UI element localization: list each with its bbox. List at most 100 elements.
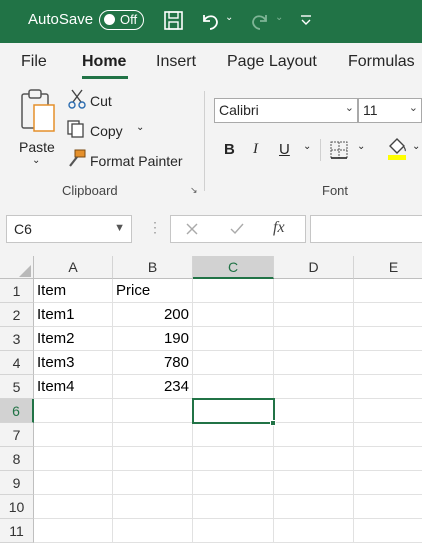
formula-input[interactable] xyxy=(310,215,422,243)
grid-cell-d7[interactable] xyxy=(274,423,354,447)
grid-cell-c8[interactable] xyxy=(193,447,274,471)
grid-cell-e9[interactable] xyxy=(354,471,422,495)
font-size-combo[interactable]: 11 ⌄ xyxy=(358,98,422,123)
chevron-down-icon[interactable]: ▼ xyxy=(114,222,125,234)
grid-cell-d6[interactable] xyxy=(274,399,354,423)
autosave-toggle[interactable]: Off xyxy=(99,10,144,30)
row-header-9[interactable]: 9 xyxy=(0,471,34,495)
row-header-5[interactable]: 5 xyxy=(0,375,34,399)
cut-label[interactable]: Cut xyxy=(90,93,112,109)
customize-toolbar-icon[interactable] xyxy=(299,13,313,27)
copy-label[interactable]: Copy xyxy=(90,123,123,139)
redo-icon[interactable] xyxy=(249,9,271,33)
fill-handle[interactable] xyxy=(270,420,276,426)
cell-a1[interactable]: Item xyxy=(34,279,113,303)
borders-icon[interactable] xyxy=(330,141,348,159)
grid-cell-c11[interactable] xyxy=(193,519,274,543)
grid-cell-e7[interactable] xyxy=(354,423,422,447)
grid-cell-d9[interactable] xyxy=(274,471,354,495)
row-header-2[interactable]: 2 xyxy=(0,303,34,327)
grid-cell-e2[interactable] xyxy=(354,303,422,327)
paste-button[interactable]: Paste ⌄ xyxy=(14,87,62,177)
grid-cell-c6[interactable] xyxy=(193,399,274,423)
grid-cell-e6[interactable] xyxy=(354,399,422,423)
grid-cell-e8[interactable] xyxy=(354,447,422,471)
grid-cell-c1[interactable] xyxy=(193,279,274,303)
row-header-1[interactable]: 1 xyxy=(0,279,34,303)
borders-dropdown-icon[interactable]: ⌄ xyxy=(357,141,365,152)
format-painter-icon[interactable] xyxy=(66,149,86,169)
save-icon[interactable] xyxy=(163,9,185,33)
row-header-4[interactable]: 4 xyxy=(0,351,34,375)
chevron-down-icon[interactable]: ⌄ xyxy=(409,101,418,114)
grid-cell-e10[interactable] xyxy=(354,495,422,519)
cell-b5[interactable]: 234 xyxy=(113,375,193,399)
grid-cell-d11[interactable] xyxy=(274,519,354,543)
grid-cell-a9[interactable] xyxy=(34,471,113,495)
grid-cell-e1[interactable] xyxy=(354,279,422,303)
row-header-6[interactable]: 6 xyxy=(0,399,34,423)
tab-formulas[interactable]: Formulas xyxy=(348,53,415,71)
row-header-3[interactable]: 3 xyxy=(0,327,34,351)
font-name-combo[interactable]: Calibri ⌄ xyxy=(214,98,358,123)
grid-cell-d10[interactable] xyxy=(274,495,354,519)
cell-b1[interactable]: Price xyxy=(113,279,193,303)
underline-dropdown-icon[interactable]: ⌄ xyxy=(303,141,311,152)
row-header-8[interactable]: 8 xyxy=(0,447,34,471)
grid-cell-b10[interactable] xyxy=(113,495,193,519)
grid-cell-c5[interactable] xyxy=(193,375,274,399)
insert-function-button[interactable]: fx xyxy=(273,219,285,237)
grid-cell-e4[interactable] xyxy=(354,351,422,375)
grid-cell-d4[interactable] xyxy=(274,351,354,375)
grid-cell-d1[interactable] xyxy=(274,279,354,303)
cell-a5[interactable]: Item4 xyxy=(34,375,113,399)
row-header-7[interactable]: 7 xyxy=(0,423,34,447)
column-header-e[interactable]: E xyxy=(354,256,422,279)
grid-cell-b9[interactable] xyxy=(113,471,193,495)
tab-file[interactable]: File xyxy=(21,53,47,71)
row-header-10[interactable]: 10 xyxy=(0,495,34,519)
grid-cell-d2[interactable] xyxy=(274,303,354,327)
grid-cell-e11[interactable] xyxy=(354,519,422,543)
cell-b2[interactable]: 200 xyxy=(113,303,193,327)
grid-cell-a6[interactable] xyxy=(34,399,113,423)
row-header-11[interactable]: 11 xyxy=(0,519,34,543)
undo-icon[interactable] xyxy=(199,9,221,33)
copy-icon[interactable] xyxy=(66,119,86,139)
column-header-b[interactable]: B xyxy=(113,256,193,279)
tab-home[interactable]: Home xyxy=(82,53,126,71)
grid-cell-e3[interactable] xyxy=(354,327,422,351)
fill-color-icon[interactable] xyxy=(386,137,408,161)
grid-cell-b8[interactable] xyxy=(113,447,193,471)
cell-a3[interactable]: Item2 xyxy=(34,327,113,351)
grid-cell-c10[interactable] xyxy=(193,495,274,519)
grid-cell-c3[interactable] xyxy=(193,327,274,351)
grid-cell-a10[interactable] xyxy=(34,495,113,519)
underline-button[interactable]: U xyxy=(279,141,290,158)
tab-page-layout[interactable]: Page Layout xyxy=(227,53,317,71)
clipboard-launcher-icon[interactable]: ↘ xyxy=(190,185,198,196)
grid-cell-c2[interactable] xyxy=(193,303,274,327)
tab-insert[interactable]: Insert xyxy=(156,53,196,71)
grid-cell-d5[interactable] xyxy=(274,375,354,399)
grid-cell-b6[interactable] xyxy=(113,399,193,423)
bold-button[interactable]: B xyxy=(224,141,235,158)
format-painter-label[interactable]: Format Painter xyxy=(90,153,183,169)
name-box[interactable]: C6 ▼ xyxy=(6,215,132,243)
paste-dropdown-icon[interactable]: ⌄ xyxy=(32,155,40,166)
italic-button[interactable]: I xyxy=(253,141,258,158)
grid-cell-c9[interactable] xyxy=(193,471,274,495)
column-header-c[interactable]: C xyxy=(193,256,274,279)
enter-icon[interactable] xyxy=(229,222,245,236)
grid-cell-b7[interactable] xyxy=(113,423,193,447)
column-header-a[interactable]: A xyxy=(34,256,113,279)
grid-cell-c7[interactable] xyxy=(193,423,274,447)
cancel-icon[interactable] xyxy=(185,222,199,236)
grid-cell-d3[interactable] xyxy=(274,327,354,351)
grid-cell-a7[interactable] xyxy=(34,423,113,447)
column-header-d[interactable]: D xyxy=(274,256,354,279)
grid-cell-c4[interactable] xyxy=(193,351,274,375)
chevron-down-icon[interactable]: ⌄ xyxy=(345,101,354,114)
undo-dropdown-icon[interactable]: ⌄ xyxy=(225,12,233,23)
select-all-corner[interactable] xyxy=(0,256,34,279)
